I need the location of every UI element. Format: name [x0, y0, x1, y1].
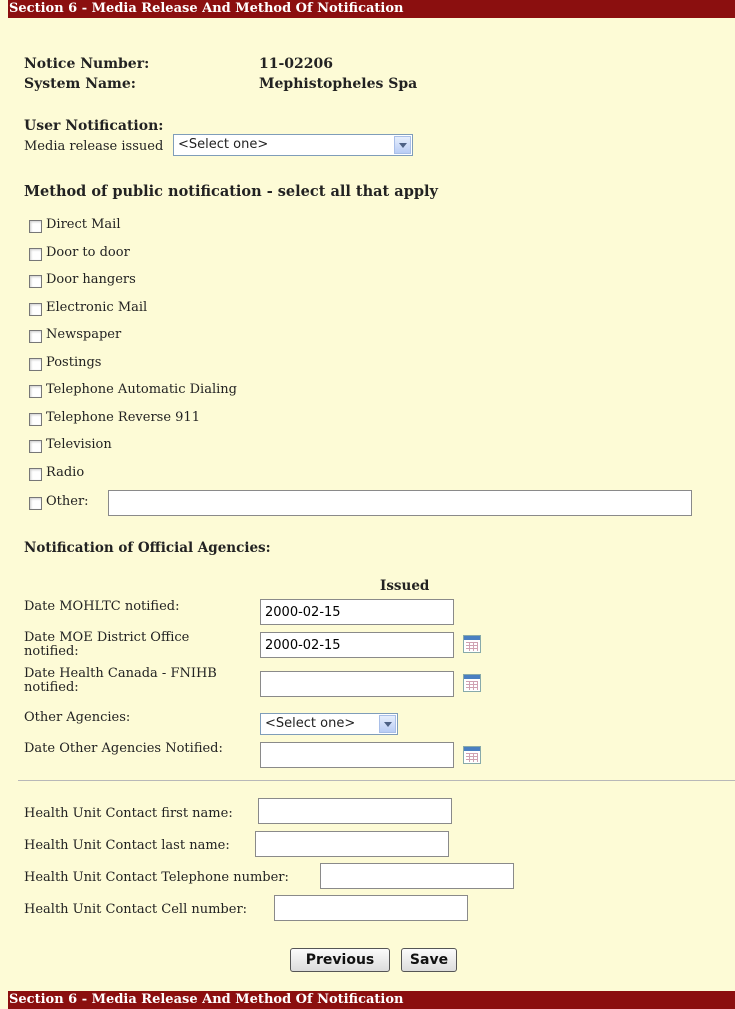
chevron-down-icon[interactable]	[379, 715, 396, 733]
other-agencies-date-input[interactable]	[260, 742, 454, 768]
contact-cell-label: Health Unit Contact Cell number:	[24, 902, 248, 917]
method-label-radio: Radio	[46, 465, 85, 480]
contact-last-name-label: Health Unit Contact last name:	[24, 838, 230, 853]
checkbox-telephone-auto-dialing[interactable]	[29, 385, 42, 398]
checkbox-telephone-reverse-911[interactable]	[29, 413, 42, 426]
calendar-icon[interactable]	[463, 746, 481, 764]
method-label-other: Other:	[46, 494, 89, 509]
health-canada-label: Date Health Canada - FNIHB notified:	[24, 666, 217, 695]
checkbox-other[interactable]	[29, 497, 42, 510]
health-canada-date-input[interactable]	[260, 671, 454, 697]
other-agencies-select[interactable]: <Select one>	[260, 713, 398, 735]
contact-cell-input[interactable]	[274, 895, 468, 921]
moe-label: Date MOE District Office notified:	[24, 630, 190, 659]
contact-first-name-label: Health Unit Contact first name:	[24, 806, 233, 821]
checkbox-door-to-door[interactable]	[29, 248, 42, 261]
user-notification-heading: User Notification:	[24, 118, 164, 134]
method-label-door-hangers: Door hangers	[46, 272, 136, 287]
other-method-input[interactable]	[108, 490, 692, 516]
other-agencies-selected-value: <Select one>	[265, 716, 356, 731]
chevron-down-icon[interactable]	[394, 136, 411, 154]
method-label-door-to-door: Door to door	[46, 245, 130, 260]
moe-date-input[interactable]	[260, 632, 454, 658]
other-agencies-label: Other Agencies:	[24, 710, 131, 725]
divider	[18, 780, 735, 781]
other-agencies-date-label: Date Other Agencies Notified:	[24, 741, 223, 756]
checkbox-door-hangers[interactable]	[29, 275, 42, 288]
checkbox-electronic-mail[interactable]	[29, 303, 42, 316]
issued-column-header: Issued	[380, 578, 430, 594]
media-release-select[interactable]: <Select one>	[173, 134, 413, 156]
section-header-bottom: Section 6 - Media Release And Method Of …	[8, 991, 735, 1009]
calendar-icon[interactable]	[463, 674, 481, 692]
checkbox-newspaper[interactable]	[29, 330, 42, 343]
contact-telephone-label: Health Unit Contact Telephone number:	[24, 870, 289, 885]
checkbox-postings[interactable]	[29, 358, 42, 371]
method-label-newspaper: Newspaper	[46, 327, 122, 342]
method-heading: Method of public notification - select a…	[24, 183, 438, 200]
method-label-telephone-reverse-911: Telephone Reverse 911	[46, 410, 200, 425]
notice-number-label: Notice Number:	[24, 56, 150, 72]
checkbox-direct-mail[interactable]	[29, 220, 42, 233]
method-label-postings: Postings	[46, 355, 102, 370]
calendar-icon[interactable]	[463, 635, 481, 653]
method-label-television: Television	[46, 437, 112, 452]
contact-telephone-input[interactable]	[320, 863, 514, 889]
contact-last-name-input[interactable]	[255, 831, 449, 857]
system-name-label: System Name:	[24, 76, 136, 92]
contact-first-name-input[interactable]	[258, 798, 452, 824]
save-button[interactable]: Save	[401, 948, 457, 972]
checkbox-radio[interactable]	[29, 468, 42, 481]
mohltc-date-input[interactable]	[260, 599, 454, 625]
checkbox-television[interactable]	[29, 440, 42, 453]
method-label-electronic-mail: Electronic Mail	[46, 300, 148, 315]
mohltc-label: Date MOHLTC notified:	[24, 599, 180, 614]
media-release-selected-value: <Select one>	[178, 137, 269, 152]
form-panel: Notice Number: 11-02206 System Name: Mep…	[8, 18, 735, 991]
method-label-telephone-auto-dialing: Telephone Automatic Dialing	[46, 382, 237, 397]
notice-number-value: 11-02206	[259, 56, 333, 72]
media-release-label: Media release issued	[24, 139, 164, 154]
agencies-heading: Notification of Official Agencies:	[24, 540, 271, 556]
previous-button[interactable]: Previous	[290, 948, 390, 972]
section-header-top: Section 6 - Media Release And Method Of …	[8, 0, 735, 18]
method-label-direct-mail: Direct Mail	[46, 217, 121, 232]
system-name-value: Mephistopheles Spa	[259, 76, 418, 92]
